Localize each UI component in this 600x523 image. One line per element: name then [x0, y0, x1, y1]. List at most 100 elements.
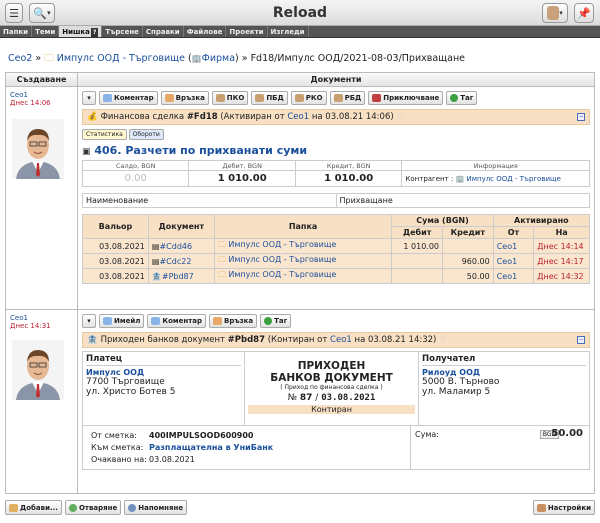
tab-folders[interactable]: Папки — [0, 26, 33, 37]
chevron-down-icon: ▾ — [87, 94, 91, 102]
tab-files[interactable]: Файлове — [184, 26, 227, 37]
window-title: Reload — [272, 5, 328, 21]
tab-reports[interactable]: Справки — [143, 26, 184, 37]
document-link[interactable]: #Pbd87 — [162, 272, 194, 281]
add-icon — [9, 503, 18, 512]
comment-button[interactable]: Коментар — [99, 91, 158, 105]
receiver-link[interactable]: Рилоуд ООД — [422, 368, 586, 377]
document-title-bar: 🏦 Приходен банков документ #Pbd87 (Конти… — [82, 332, 590, 348]
account-block: От сметка: 400IMPULSOOD600900 Към сметка:… — [82, 426, 590, 470]
breadcrumb-company[interactable]: Импулс ООД - Търговище — [57, 53, 185, 64]
created-date: Днес 14:06 — [10, 99, 51, 107]
view-pills: Статистика Обороти — [82, 129, 590, 140]
heart-icon[interactable]: ♡ — [397, 112, 405, 122]
heart-icon[interactable]: ♡ — [439, 335, 447, 345]
turnover-pill[interactable]: Обороти — [128, 129, 164, 140]
row-document-cell: ▾ Коментар Връзка ПКО ПБД РКО РБД Приклю… — [78, 87, 594, 309]
link-button[interactable]: Връзка — [160, 91, 209, 105]
search-button[interactable]: 🔍 ▾ — [29, 3, 55, 23]
name-value: Прихващане — [335, 193, 590, 208]
menu-button[interactable]: ☰ — [5, 3, 23, 23]
created-header: Създаване — [6, 73, 78, 86]
tab-views[interactable]: Изгледи — [268, 26, 309, 37]
finance-deal-icon: 💰 — [87, 112, 98, 122]
folder-link[interactable]: Импулс ООД - Търговище — [228, 255, 336, 264]
gear-icon — [536, 503, 546, 512]
breadcrumb-company-type[interactable]: Фирма — [202, 53, 235, 64]
document-link[interactable]: #Cdd46 — [159, 242, 192, 251]
remind-button[interactable]: Напомняне — [124, 500, 188, 515]
user-avatar — [12, 119, 64, 179]
rko-button[interactable]: РКО — [290, 91, 327, 105]
link-button[interactable]: Връзка — [209, 314, 258, 328]
search-icon: 🔍 — [33, 6, 48, 20]
user-menu-button[interactable]: ▾ — [542, 3, 568, 23]
settings-button[interactable]: Настройки — [532, 500, 595, 515]
folder-link[interactable]: Импулс ООД - Търговище — [228, 240, 336, 249]
action-toolbar: ▾ Коментар Връзка ПКО ПБД РКО РБД Приклю… — [82, 90, 590, 106]
to-account-link[interactable]: Разплащателна в УниБанк — [149, 443, 273, 452]
user-link[interactable]: Ceo1 — [497, 257, 518, 266]
open-icon — [68, 503, 77, 512]
tab-topics[interactable]: Теми — [32, 26, 60, 37]
more-actions-button[interactable]: ▾ — [82, 91, 96, 105]
ledger-icon: ▣ — [82, 147, 91, 157]
table-row: 03.08.2021 🏦#Pbd87 🗀 Импулс ООД - Търгов… — [82, 268, 590, 284]
user-link[interactable]: Ceo1 — [497, 242, 518, 251]
document-state: Контиран — [248, 405, 415, 414]
folder-link[interactable]: Импулс ООД - Търговище — [228, 270, 336, 279]
user-link[interactable]: Ceo1 — [497, 272, 518, 281]
payer-link[interactable]: Импулс ООД — [86, 368, 241, 377]
tab-thread[interactable]: Нишка? — [59, 26, 103, 38]
pbd-button[interactable]: ПБД — [251, 91, 288, 105]
expected-date: 03.08.2021 — [149, 455, 195, 464]
contractor-link[interactable]: Импулс ООД - Търговище — [466, 175, 560, 183]
receiver-block: Получател Рилоуд ООД 5000 В. Търново ул.… — [419, 352, 589, 425]
author-link[interactable]: Ceo1 — [10, 91, 73, 99]
pin-icon: 📌 — [577, 6, 591, 20]
help-badge[interactable]: ? — [90, 28, 99, 38]
tag-button[interactable]: Таг — [260, 314, 292, 328]
activator-link[interactable]: Ceo1 — [330, 335, 352, 345]
document-title-bar: 💰 Финансова сделка #Fd18 (Активиран от C… — [82, 109, 590, 125]
created-date: Днес 14:31 — [10, 322, 51, 330]
pko-button[interactable]: ПКО — [211, 91, 249, 105]
email-button[interactable]: Имейл — [99, 314, 145, 328]
pin-button[interactable]: 📌 — [574, 3, 594, 23]
thread-row: Ceo1 Днес 14:31 ▾ Имейл Коментар Връзка … — [6, 310, 594, 493]
activator-link[interactable]: Ceo1 — [287, 112, 309, 122]
collapse-button[interactable]: − — [577, 113, 585, 121]
close-deal-button[interactable]: Приключване — [368, 91, 444, 105]
tab-search[interactable]: Търсене — [102, 26, 143, 37]
bank-icon: 🏦 — [87, 335, 98, 345]
name-table: Наименование Прихващане — [82, 193, 590, 208]
breadcrumb-root[interactable]: Ceo2 — [8, 53, 32, 64]
open-button[interactable]: Отваряне — [64, 500, 122, 515]
statistics-pill[interactable]: Статистика — [82, 129, 127, 140]
account-details: От сметка: 400IMPULSOOD600900 Към сметка:… — [83, 426, 411, 469]
breadcrumb: Ceo2 » 🗀 Импулс ООД - Търговище (🏢Фирма)… — [8, 53, 466, 64]
more-actions-button[interactable]: ▾ — [82, 314, 96, 328]
folder-icon: 🗀 — [217, 255, 226, 264]
add-button[interactable]: Добави... — [5, 500, 62, 515]
close-icon — [372, 94, 382, 102]
tag-button[interactable]: Таг — [446, 91, 478, 105]
comment-button[interactable]: Коментар — [147, 314, 206, 328]
rbd-button[interactable]: РБД — [329, 91, 366, 105]
chevron-down-icon: ▾ — [559, 9, 563, 17]
info-cell: Контрагент : 🏢 Импулс ООД - Търговище — [401, 170, 590, 187]
bank-icon: 🏦 — [151, 271, 162, 281]
bank-icon — [255, 94, 265, 102]
thread-row: Ceo1 Днес 14:06 ▾ Коментар Връзка ПКО ПБ… — [6, 87, 594, 310]
collapse-button[interactable]: − — [577, 336, 585, 344]
payer-block: Платец Импулс ООД 7700 Търговище ул. Хри… — [83, 352, 245, 425]
document-block: ПРИХОДЕН БАНКОВ ДОКУМЕНТ ( Приход по фин… — [245, 352, 419, 425]
tab-projects[interactable]: Проекти — [226, 26, 268, 37]
bank-document: Платец Импулс ООД 7700 Търговище ул. Хри… — [82, 351, 590, 426]
author-link[interactable]: Ceo1 — [10, 314, 73, 322]
saldo-value: 0.00 — [81, 170, 190, 187]
document-number: #Pbd87 — [227, 335, 266, 345]
table-row: 03.08.2021 ▤#Cdd46 🗀 Импулс ООД - Търгов… — [82, 238, 590, 254]
document-link[interactable]: #Cdc22 — [159, 257, 191, 266]
email-icon — [103, 317, 112, 325]
